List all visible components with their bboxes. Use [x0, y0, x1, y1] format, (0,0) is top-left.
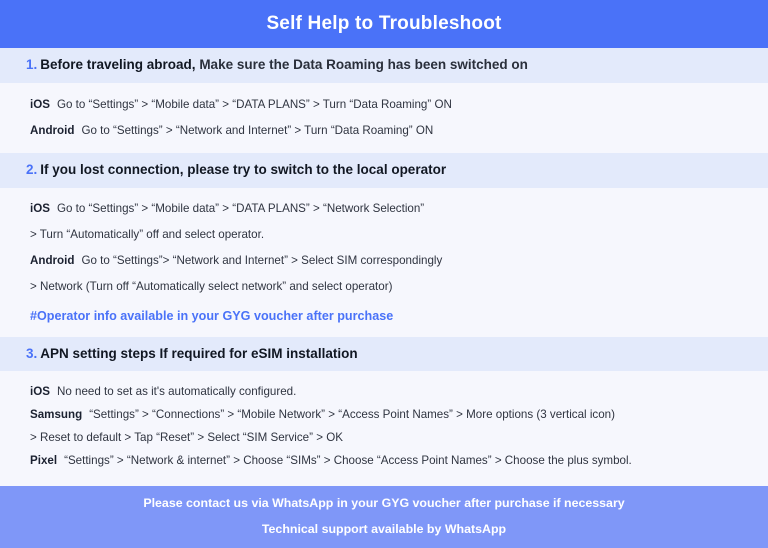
section-1-line-android: Android Go to “Settings” > “Network and I…: [30, 123, 768, 140]
troubleshoot-infographic: Self Help to Troubleshoot 1. Before trave…: [0, 0, 768, 548]
platform-steps-ios: Go to “Settings” > “Mobile data” > “DATA…: [56, 97, 452, 111]
section-2-number: 2.: [26, 162, 38, 178]
page-footer: Please contact us via WhatsApp in your G…: [0, 485, 768, 548]
platform-steps-pixel: “Settings” > “Network & internet” > Choo…: [64, 453, 632, 467]
section-2-line-ios: iOS Go to “Settings” > “Mobile data” > “D…: [30, 201, 768, 218]
platform-label-ios: iOS: [30, 97, 50, 111]
section-2-line-android: Android Go to “Settings”> “Network and In…: [30, 253, 768, 270]
section-3-body: iOS No need to set as it's automatically …: [0, 371, 768, 486]
platform-steps-android-continued: > Network (Turn off “Automatically selec…: [30, 279, 393, 293]
section-2-body: iOS Go to “Settings” > “Mobile data” > “D…: [0, 188, 768, 337]
section-3-line-samsung-cont: > Reset to default > Tap “Reset” > Selec…: [30, 430, 768, 447]
section-3-line-pixel: Pixel “Settings” > “Network & internet” >…: [30, 453, 768, 470]
footer-contact-line: Please contact us via WhatsApp in your G…: [143, 496, 625, 511]
section-1-title-rest: Make sure the Data Roaming has been swit…: [195, 57, 528, 72]
section-2: 2. If you lost connection, please try to …: [0, 153, 768, 337]
operator-info-note: #Operator info available in your GYG vou…: [30, 308, 394, 323]
platform-steps-ios-continued: > Turn “Automatically” off and select op…: [30, 228, 265, 242]
platform-label-ios: iOS: [30, 385, 50, 399]
platform-steps-samsung: “Settings” > “Connections” > “Mobile Net…: [89, 408, 615, 422]
page-title: Self Help to Troubleshoot: [266, 13, 502, 34]
section-1: 1. Before traveling abroad, Make sure the…: [0, 48, 768, 154]
platform-label-ios: iOS: [30, 202, 50, 216]
section-1-number: 1.: [26, 57, 38, 72]
section-1-body: iOS Go to “Settings” > “Mobile data” > “D…: [0, 82, 768, 154]
section-1-title-lead: Before traveling abroad,: [40, 57, 196, 72]
section-1-line-ios: iOS Go to “Settings” > “Mobile data” > “D…: [30, 97, 768, 114]
section-2-line-ios-cont: > Turn “Automatically” off and select op…: [30, 227, 768, 244]
platform-steps-samsung-continued: > Reset to default > Tap “Reset” > Selec…: [30, 431, 343, 445]
footer-support-line: Technical support available by WhatsApp: [261, 522, 507, 537]
platform-steps-ios: No need to set as it's automatically con…: [56, 385, 297, 399]
platform-steps-ios: Go to “Settings” > “Mobile data” > “DATA…: [56, 202, 425, 216]
section-2-line-android-cont: > Network (Turn off “Automatically selec…: [30, 279, 768, 296]
section-2-header: 2. If you lost connection, please try to …: [0, 153, 768, 189]
section-3-title-lead: APN setting steps If required for eSIM i…: [40, 345, 358, 361]
page-header: Self Help to Troubleshoot: [0, 0, 768, 48]
section-2-title-lead: If you lost connection, please try to sw…: [40, 162, 447, 178]
platform-steps-android: Go to “Settings” > “Network and Internet…: [81, 123, 434, 137]
section-3-line-ios: iOS No need to set as it's automatically …: [30, 384, 768, 401]
platform-label-android: Android: [30, 123, 75, 137]
platform-label-samsung: Samsung: [30, 408, 83, 422]
section-3-line-samsung: Samsung “Settings” > “Connections” > “Mob…: [30, 407, 768, 424]
content-area: 1. Before traveling abroad, Make sure the…: [0, 48, 768, 486]
section-3: 3. APN setting steps If required for eSIM…: [0, 336, 768, 486]
section-3-number: 3.: [26, 345, 38, 361]
section-3-header: 3. APN setting steps If required for eSIM…: [0, 336, 768, 372]
platform-label-android: Android: [30, 253, 75, 267]
platform-steps-android: Go to “Settings”> “Network and Internet”…: [81, 253, 443, 267]
section-1-header: 1. Before traveling abroad, Make sure the…: [0, 48, 768, 83]
platform-label-pixel: Pixel: [30, 453, 58, 467]
